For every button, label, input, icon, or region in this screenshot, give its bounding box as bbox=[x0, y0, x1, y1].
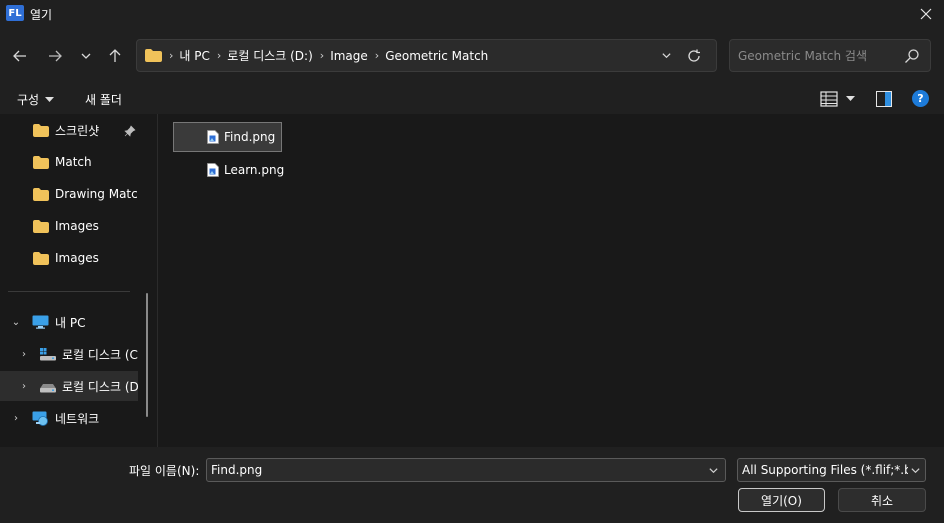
app-logo-icon: FL bbox=[6, 5, 24, 21]
sidebar-item-label: 내 PC bbox=[55, 315, 86, 330]
sidebar-item-match[interactable]: Match bbox=[0, 147, 138, 177]
recent-locations-button[interactable] bbox=[74, 44, 98, 68]
search-input[interactable] bbox=[738, 47, 898, 65]
organize-label: 구성 bbox=[17, 93, 40, 107]
sidebar-scrollbar[interactable] bbox=[146, 293, 148, 417]
filename-combobox[interactable] bbox=[206, 458, 726, 482]
forward-button[interactable] bbox=[43, 44, 67, 68]
details-view-icon[interactable] bbox=[820, 91, 838, 107]
folder-icon bbox=[33, 123, 49, 137]
sidebar-item-label: Images bbox=[55, 251, 99, 265]
filetype-select[interactable]: All Supporting Files (*.flif;*.bmp) bbox=[737, 458, 926, 482]
drive-icon bbox=[40, 383, 56, 392]
title-bar bbox=[0, 0, 944, 28]
breadcrumb-drive-d[interactable]: 로컬 디스크 (D:) bbox=[227, 47, 312, 64]
breadcrumb-image[interactable]: Image bbox=[330, 49, 368, 63]
open-button[interactable]: 열기(O) bbox=[738, 488, 825, 512]
caret-down-icon bbox=[45, 96, 55, 102]
folder-icon bbox=[33, 187, 49, 201]
view-options-caret-icon[interactable] bbox=[846, 96, 855, 102]
chevron-right-icon[interactable]: › bbox=[16, 381, 32, 392]
folder-icon bbox=[33, 155, 49, 169]
sidebar-divider bbox=[8, 291, 130, 292]
sidebar-item-drawing-match[interactable]: Drawing Match bbox=[0, 179, 138, 209]
address-bar[interactable]: › 내 PC › 로컬 디스크 (D:) › Image › Geometric… bbox=[136, 39, 717, 72]
pin-icon[interactable] bbox=[124, 125, 136, 137]
refresh-icon bbox=[688, 49, 700, 62]
sidebar-item-network[interactable]: › 네트워크 bbox=[0, 403, 138, 433]
chevron-right-icon: › bbox=[169, 49, 174, 62]
arrow-up-icon bbox=[109, 49, 121, 62]
chevron-down-icon bbox=[81, 53, 91, 59]
sidebar-item-label: Images bbox=[55, 219, 99, 233]
sidebar-item-label: 네트워크 bbox=[55, 411, 100, 426]
chevron-right-icon[interactable]: › bbox=[8, 413, 24, 424]
computer-icon bbox=[32, 315, 49, 329]
help-icon[interactable]: ? bbox=[912, 90, 929, 107]
sidebar-item-images[interactable]: Images bbox=[0, 211, 138, 241]
chevron-down-icon[interactable] bbox=[910, 465, 921, 476]
sidebar-item-label: 로컬 디스크 (C:) bbox=[62, 347, 138, 362]
filename-label: 파일 이름(N): bbox=[129, 464, 200, 478]
command-bar bbox=[0, 84, 944, 114]
folder-icon bbox=[145, 49, 162, 62]
up-button[interactable] bbox=[103, 44, 127, 68]
image-file-icon bbox=[207, 163, 219, 177]
window-title: 열기 bbox=[30, 8, 53, 22]
chevron-down-icon[interactable]: ⌄ bbox=[8, 317, 24, 328]
breadcrumb-this-pc[interactable]: 내 PC bbox=[179, 47, 209, 64]
chevron-down-icon[interactable] bbox=[708, 465, 719, 476]
breadcrumb-geometric-match[interactable]: Geometric Match bbox=[385, 49, 488, 63]
preview-pane-icon[interactable] bbox=[876, 91, 892, 107]
network-icon bbox=[32, 411, 48, 426]
sidebar-item-images-2[interactable]: Images bbox=[0, 243, 138, 273]
address-dropdown-button[interactable] bbox=[661, 50, 672, 64]
refresh-button[interactable] bbox=[684, 46, 704, 66]
folder-icon bbox=[33, 251, 49, 265]
chevron-right-icon[interactable]: › bbox=[375, 49, 379, 62]
organize-button[interactable]: 구성 bbox=[17, 91, 55, 108]
chevron-right-icon[interactable]: › bbox=[217, 49, 221, 62]
close-icon bbox=[920, 8, 932, 20]
chevron-down-icon bbox=[662, 53, 671, 59]
sidebar-item-drive-c[interactable]: › 로컬 디스크 (C:) bbox=[0, 339, 138, 369]
sidebar-item-label: Drawing Match bbox=[55, 187, 138, 201]
cancel-button[interactable]: 취소 bbox=[838, 488, 926, 512]
sidebar-item-drive-d[interactable]: › 로컬 디스크 (D:) bbox=[0, 371, 138, 401]
back-button[interactable] bbox=[8, 44, 32, 68]
filetype-value: All Supporting Files (*.flif;*.bmp) bbox=[742, 463, 908, 477]
sidebar-item-label: 스크린샷 bbox=[55, 123, 100, 138]
system-drive-icon bbox=[40, 347, 56, 360]
image-file-icon bbox=[207, 130, 219, 144]
file-name: Find.png bbox=[224, 130, 276, 144]
sidebar-item-this-pc[interactable]: ⌄ 내 PC bbox=[0, 307, 138, 337]
chevron-right-icon[interactable]: › bbox=[320, 49, 324, 62]
new-folder-button[interactable]: 새 폴더 bbox=[85, 91, 122, 108]
close-button[interactable] bbox=[914, 2, 938, 26]
file-item-learn[interactable]: Learn.png bbox=[173, 155, 285, 185]
arrow-left-icon bbox=[13, 50, 26, 62]
filename-input[interactable] bbox=[211, 462, 701, 478]
file-item-find[interactable]: Find.png bbox=[173, 122, 282, 152]
arrow-right-icon bbox=[49, 50, 62, 62]
sidebar-item-screenshots[interactable]: 스크린샷 bbox=[0, 115, 138, 145]
search-icon[interactable] bbox=[904, 48, 920, 64]
chevron-right-icon[interactable]: › bbox=[16, 349, 32, 360]
file-name: Learn.png bbox=[224, 163, 285, 177]
search-box[interactable] bbox=[729, 39, 931, 72]
sidebar-item-label: 로컬 디스크 (D:) bbox=[62, 379, 138, 394]
folder-icon bbox=[33, 219, 49, 233]
sidebar-item-label: Match bbox=[55, 155, 92, 169]
